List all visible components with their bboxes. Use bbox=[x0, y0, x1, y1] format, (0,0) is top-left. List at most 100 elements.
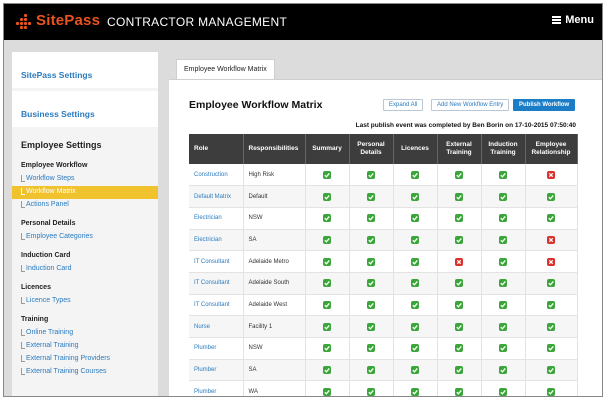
role-link[interactable]: Electrician bbox=[189, 229, 244, 252]
checkmark-icon[interactable] bbox=[411, 235, 419, 244]
checkmark-icon[interactable] bbox=[367, 300, 375, 309]
checkmark-icon[interactable] bbox=[411, 279, 419, 288]
cross-icon[interactable] bbox=[547, 170, 555, 179]
role-link[interactable]: Default Matrix bbox=[189, 185, 244, 208]
sidebar-card-sitepass-settings[interactable]: SitePass Settings bbox=[12, 52, 158, 88]
checkmark-icon[interactable] bbox=[411, 322, 419, 331]
checkmark-icon[interactable] bbox=[455, 214, 463, 223]
checkmark-icon[interactable] bbox=[411, 300, 419, 309]
checkmark-icon[interactable] bbox=[323, 257, 331, 266]
checkmark-icon[interactable] bbox=[499, 235, 507, 244]
responsibility-cell: WA bbox=[243, 380, 306, 396]
checkmark-icon[interactable] bbox=[411, 387, 419, 396]
sidebar-item-employee-categories[interactable]: Employee Categories bbox=[21, 231, 158, 244]
checkmark-icon[interactable] bbox=[323, 322, 331, 331]
checkmark-icon[interactable] bbox=[367, 366, 375, 375]
sidebar-item-actions-panel[interactable]: Actions Panel bbox=[21, 199, 158, 212]
checkmark-icon[interactable] bbox=[455, 300, 463, 309]
sidebar-item-workflow-matrix[interactable]: Workflow Matrix bbox=[12, 186, 158, 199]
checkmark-icon[interactable] bbox=[411, 366, 419, 375]
menu-button[interactable]: Menu bbox=[552, 14, 594, 26]
sidebar-item-induction-card[interactable]: Induction Card bbox=[21, 263, 158, 276]
checkmark-icon[interactable] bbox=[455, 366, 463, 375]
sidebar-item-licence-types[interactable]: Licence Types bbox=[21, 295, 158, 308]
checkmark-icon[interactable] bbox=[323, 300, 331, 309]
checkmark-icon[interactable] bbox=[547, 192, 555, 201]
table-row: IT Consultant Adelaide West bbox=[189, 294, 578, 317]
checkmark-icon[interactable] bbox=[411, 192, 419, 201]
checkmark-icon[interactable] bbox=[367, 322, 375, 331]
add-workflow-entry-button[interactable]: Add New Workflow Entry bbox=[431, 99, 510, 111]
checkmark-icon[interactable] bbox=[323, 387, 331, 396]
checkmark-icon[interactable] bbox=[323, 214, 331, 223]
checkmark-icon[interactable] bbox=[499, 279, 507, 288]
checkmark-icon[interactable] bbox=[547, 344, 555, 353]
tab-employee-workflow-matrix[interactable]: Employee Workflow Matrix bbox=[176, 59, 275, 79]
checkmark-icon[interactable] bbox=[547, 322, 555, 331]
checkmark-icon[interactable] bbox=[499, 257, 507, 266]
checkmark-icon[interactable] bbox=[367, 257, 375, 266]
checkmark-icon[interactable] bbox=[367, 279, 375, 288]
checkmark-icon[interactable] bbox=[499, 170, 507, 179]
role-link[interactable]: Nurse bbox=[189, 315, 244, 338]
checkmark-icon[interactable] bbox=[323, 366, 331, 375]
checkmark-icon[interactable] bbox=[547, 279, 555, 288]
checkmark-icon[interactable] bbox=[455, 387, 463, 396]
checkmark-icon[interactable] bbox=[411, 214, 419, 223]
checkmark-icon[interactable] bbox=[323, 279, 331, 288]
sitepass-logo[interactable]: SitePass bbox=[16, 12, 100, 29]
sidebar-item-workflow-steps[interactable]: Workflow Steps bbox=[21, 173, 158, 186]
role-link[interactable]: Plumber bbox=[189, 337, 244, 360]
checkmark-icon[interactable] bbox=[547, 387, 555, 396]
checkmark-icon[interactable] bbox=[367, 170, 375, 179]
checkmark-icon[interactable] bbox=[411, 344, 419, 353]
matrix-cell bbox=[305, 315, 350, 338]
matrix-cell bbox=[525, 315, 578, 338]
checkmark-icon[interactable] bbox=[499, 366, 507, 375]
checkmark-icon[interactable] bbox=[367, 214, 375, 223]
checkmark-icon[interactable] bbox=[455, 322, 463, 331]
sidebar-card-business-settings[interactable]: Business Settings bbox=[12, 91, 158, 127]
role-link[interactable]: IT Consultant bbox=[189, 250, 244, 273]
expand-all-button[interactable]: Expand All bbox=[383, 99, 424, 111]
checkmark-icon[interactable] bbox=[499, 214, 507, 223]
role-link[interactable]: IT Consultant bbox=[189, 272, 244, 295]
checkmark-icon[interactable] bbox=[547, 366, 555, 375]
sidebar-item-external-training-providers[interactable]: External Training Providers bbox=[21, 353, 158, 366]
role-link[interactable]: Plumber bbox=[189, 359, 244, 382]
checkmark-icon[interactable] bbox=[411, 170, 419, 179]
role-link[interactable]: Electrician bbox=[189, 207, 244, 230]
cross-icon[interactable] bbox=[547, 235, 555, 244]
checkmark-icon[interactable] bbox=[323, 170, 331, 179]
checkmark-icon[interactable] bbox=[323, 192, 331, 201]
app-title: CONTRACTOR MANAGEMENT bbox=[107, 15, 288, 29]
checkmark-icon[interactable] bbox=[367, 235, 375, 244]
checkmark-icon[interactable] bbox=[455, 192, 463, 201]
role-link[interactable]: IT Consultant bbox=[189, 294, 244, 317]
checkmark-icon[interactable] bbox=[323, 235, 331, 244]
role-link[interactable]: Construction bbox=[189, 164, 244, 187]
checkmark-icon[interactable] bbox=[455, 235, 463, 244]
checkmark-icon[interactable] bbox=[455, 279, 463, 288]
checkmark-icon[interactable] bbox=[411, 257, 419, 266]
role-link[interactable]: Plumber bbox=[189, 380, 244, 396]
checkmark-icon[interactable] bbox=[455, 344, 463, 353]
checkmark-icon[interactable] bbox=[499, 322, 507, 331]
sidebar-item-external-training-courses[interactable]: External Training Courses bbox=[21, 366, 158, 379]
checkmark-icon[interactable] bbox=[499, 192, 507, 201]
cross-icon[interactable] bbox=[455, 257, 463, 266]
cross-icon[interactable] bbox=[547, 257, 555, 266]
checkmark-icon[interactable] bbox=[367, 344, 375, 353]
checkmark-icon[interactable] bbox=[367, 387, 375, 396]
publish-workflow-button[interactable]: Publish Workflow bbox=[513, 99, 576, 111]
checkmark-icon[interactable] bbox=[499, 387, 507, 396]
checkmark-icon[interactable] bbox=[367, 192, 375, 201]
checkmark-icon[interactable] bbox=[455, 170, 463, 179]
checkmark-icon[interactable] bbox=[499, 344, 507, 353]
checkmark-icon[interactable] bbox=[547, 300, 555, 309]
sidebar-item-online-training[interactable]: Online Training bbox=[21, 327, 158, 340]
checkmark-icon[interactable] bbox=[547, 214, 555, 223]
checkmark-icon[interactable] bbox=[323, 344, 331, 353]
checkmark-icon[interactable] bbox=[499, 300, 507, 309]
sidebar-item-external-training[interactable]: External Training bbox=[21, 340, 158, 353]
